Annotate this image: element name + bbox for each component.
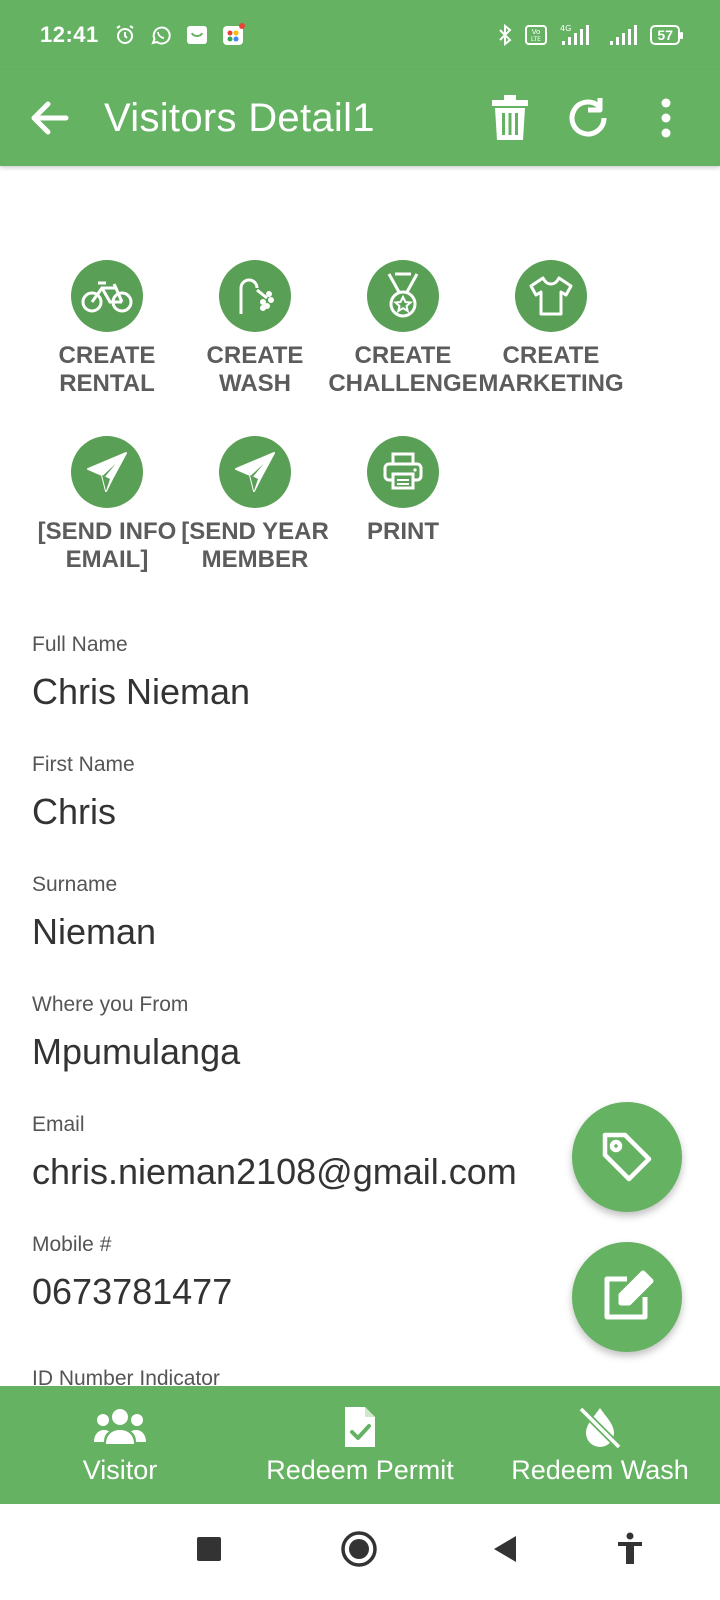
create-wash-action[interactable]: CREATE WASH	[180, 260, 330, 398]
field-full-name: Full Name Chris Nieman	[32, 630, 688, 750]
field-value: Chris Nieman	[32, 671, 251, 712]
visitor-details: Full Name Chris Nieman First Name Chris …	[32, 630, 688, 1350]
send-year-member-action[interactable]: [SEND YEAR MEMBER	[180, 436, 330, 574]
arrow-left-icon	[31, 101, 69, 135]
svg-text:Vo: Vo	[532, 28, 541, 36]
signal-icon	[608, 23, 640, 47]
action-icon-circle	[367, 260, 439, 332]
field-label: First Name	[32, 753, 135, 776]
status-bar: 12:41 Vo LTE 4G 57	[0, 0, 720, 70]
status-right: Vo LTE 4G 57	[496, 23, 683, 47]
printer-icon	[383, 452, 423, 490]
refresh-button[interactable]	[556, 86, 620, 150]
status-time: 12:41	[40, 22, 99, 47]
signal-4g-icon: 4G	[558, 23, 598, 47]
back-button[interactable]	[20, 88, 80, 148]
action-label: CREATE CHALLENGE	[328, 342, 478, 397]
recents-button[interactable]	[196, 1536, 222, 1562]
action-label: CREATE RENTAL	[58, 342, 156, 397]
accessibility-button[interactable]	[616, 1532, 644, 1566]
alarm-icon	[113, 23, 137, 47]
medal-icon	[387, 272, 419, 318]
notification-icons	[113, 23, 245, 47]
action-icon-circle	[515, 260, 587, 332]
nav-redeem-wash[interactable]: Redeem Wash	[480, 1386, 720, 1504]
paper-plane-icon	[235, 452, 275, 492]
field-label: Surname	[32, 873, 118, 896]
app-notification-icon	[221, 23, 245, 47]
action-label: PRINT	[367, 518, 439, 545]
triangle-back-icon	[494, 1536, 516, 1562]
tag-icon	[602, 1132, 652, 1182]
action-icon-circle	[219, 260, 291, 332]
field-value: Chris	[32, 791, 117, 832]
home-button[interactable]	[340, 1530, 378, 1568]
accessibility-icon	[618, 1532, 642, 1564]
action-icon-circle	[367, 436, 439, 508]
field-value: Mpumulanga	[32, 1031, 241, 1072]
bicycle-icon	[81, 281, 133, 313]
file-check-icon	[343, 1405, 377, 1449]
app-bar: Visitors Detail1	[0, 70, 720, 166]
whatsapp-icon	[149, 23, 173, 47]
nav-label: Redeem Wash	[511, 1454, 689, 1485]
action-label: CREATE WASH	[206, 342, 304, 397]
edit-fab-button[interactable]	[572, 1242, 682, 1352]
paper-plane-icon	[87, 452, 127, 492]
nav-redeem-permit[interactable]: Redeem Permit	[240, 1386, 480, 1504]
delete-button[interactable]	[478, 86, 542, 150]
field-first-name: First Name Chris	[32, 750, 688, 870]
create-marketing-item-action[interactable]: CREATE MARKETING ITEM	[476, 260, 626, 398]
nav-label: Visitor	[82, 1454, 158, 1485]
edit-icon	[604, 1270, 654, 1320]
nav-visitor[interactable]: Visitor	[0, 1386, 240, 1504]
field-label: Full Name	[32, 633, 128, 656]
tag-fab-button[interactable]	[572, 1102, 682, 1212]
more-vertical-icon	[661, 98, 671, 138]
overflow-menu-button[interactable]	[634, 86, 698, 150]
svg-text:4G: 4G	[560, 24, 571, 33]
bluetooth-icon	[496, 23, 514, 47]
create-challenge-action[interactable]: CREATE CHALLENGE	[328, 260, 478, 398]
field-surname: Surname Nieman	[32, 870, 688, 990]
action-icon-circle	[71, 436, 143, 508]
square-icon	[197, 1537, 221, 1561]
action-icon-circle	[219, 436, 291, 508]
field-label: Where you From	[32, 993, 189, 1016]
back-system-button[interactable]	[492, 1534, 518, 1564]
tshirt-icon	[529, 276, 573, 316]
app-bar-actions	[478, 86, 698, 150]
shop-icon	[185, 23, 209, 47]
no-water-icon	[577, 1405, 623, 1449]
refresh-icon	[569, 98, 607, 137]
send-info-email-action[interactable]: [SEND INFO EMAIL]	[32, 436, 182, 574]
trash-icon	[492, 95, 528, 140]
field-where-from: Where you From Mpumulanga	[32, 990, 688, 1110]
svg-text:LTE: LTE	[531, 36, 541, 43]
nav-label: Redeem Permit	[266, 1454, 454, 1485]
field-value: Nieman	[32, 911, 157, 952]
action-label: CREATE MARKETING ITEM	[478, 342, 624, 397]
page-title: Visitors Detail1	[104, 95, 375, 140]
print-action[interactable]: PRINT	[328, 436, 478, 574]
users-icon	[93, 1405, 147, 1449]
action-label: [SEND INFO EMAIL]	[37, 518, 177, 573]
bottom-navigation: Visitor Redeem Permit Redeem Wash	[0, 1386, 720, 1504]
system-navigation-bar	[0, 1504, 720, 1600]
create-rental-action[interactable]: CREATE RENTAL	[32, 260, 182, 398]
volte-icon: Vo LTE	[524, 23, 548, 47]
shower-icon	[239, 278, 274, 314]
action-icon-circle	[71, 260, 143, 332]
action-label: [SEND YEAR MEMBER	[181, 518, 329, 573]
field-label-partial: ID Number Indicator	[32, 1367, 220, 1386]
battery-indicator: 57	[650, 25, 683, 45]
home-circle-icon	[341, 1531, 377, 1567]
